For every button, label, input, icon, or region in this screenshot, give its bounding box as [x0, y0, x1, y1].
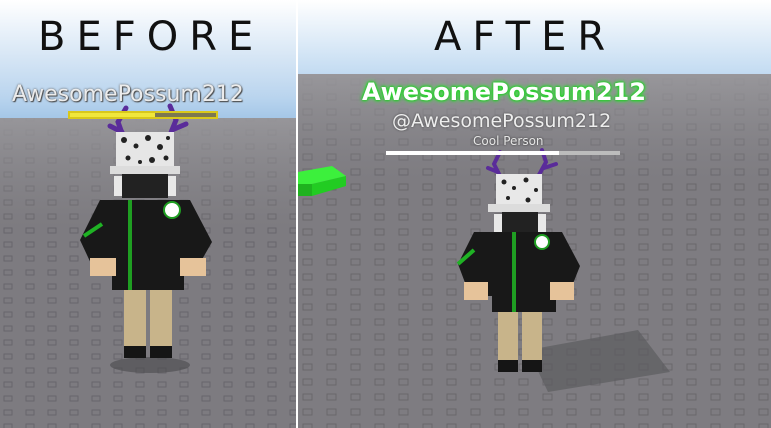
after-health-bar [386, 151, 620, 155]
before-health-bar [68, 111, 218, 119]
after-display-name: AwesomePossum212 [362, 78, 646, 106]
after-custom-label: Cool Person [473, 134, 544, 148]
before-player-nametag: AwesomePossum212 [12, 82, 244, 107]
before-health-fill [70, 113, 155, 117]
mask [502, 212, 538, 232]
before-panel: BEFORE AwesomePossum212 [0, 0, 296, 428]
tan-pants [498, 312, 518, 364]
tan-pants [124, 290, 146, 350]
after-health-fill [386, 151, 560, 155]
recycle-icon [534, 234, 550, 250]
recycle-icon [163, 201, 181, 219]
after-scene [298, 0, 771, 428]
before-heading: BEFORE [38, 14, 265, 60]
mask [122, 174, 168, 198]
after-username: @AwesomePossum212 [392, 110, 612, 132]
after-heading: AFTER [434, 14, 617, 60]
after-panel: AFTER AwesomePossum212 @AwesomePossum212… [298, 0, 771, 428]
before-scene [0, 0, 296, 428]
